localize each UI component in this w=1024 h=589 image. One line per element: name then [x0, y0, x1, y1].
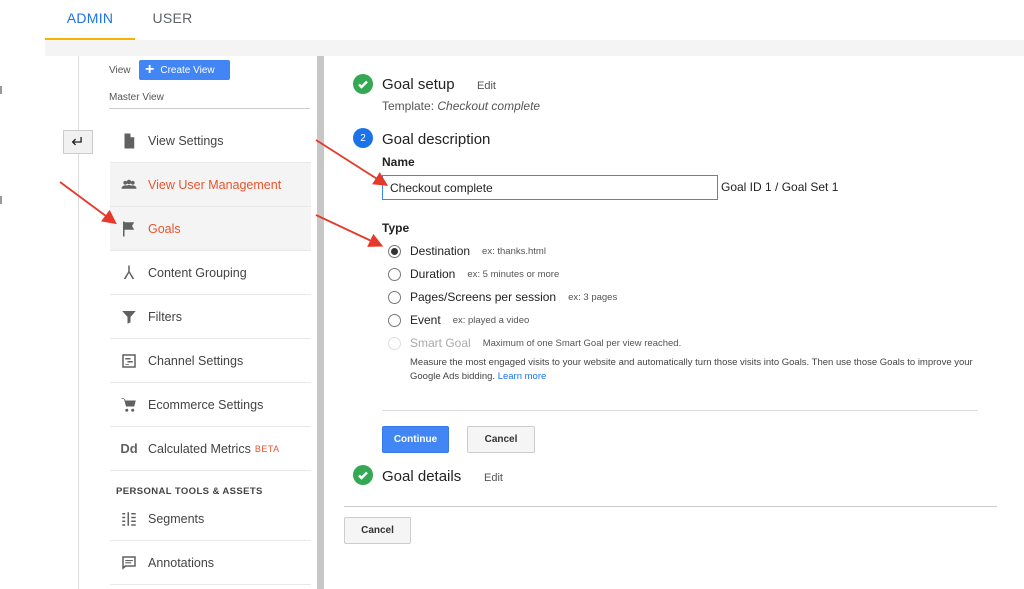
nav-item-label: Goals [148, 221, 181, 236]
check-icon [353, 74, 373, 94]
type-option-example: ex: thanks.html [482, 245, 546, 257]
template-label: Template: [382, 99, 435, 113]
document-icon [110, 132, 148, 150]
dd-icon: Dd [120, 441, 138, 456]
grouping-icon [110, 264, 148, 282]
goal-setup-title: Goal setup [382, 76, 455, 93]
cart-icon [110, 396, 148, 414]
type-label: Type [382, 221, 410, 235]
type-option-label: Duration [410, 267, 456, 281]
nav-item-label: Annotations [148, 555, 215, 570]
cancel-button[interactable]: Cancel [467, 426, 535, 453]
radio-button[interactable] [388, 244, 401, 258]
nav-item-view-user-management[interactable]: View User Management [110, 163, 311, 207]
tab-user[interactable]: USER [135, 0, 210, 40]
nav-item-segments[interactable]: Segments [110, 497, 311, 541]
type-option-example: ex: 5 minutes or more [467, 268, 560, 280]
goal-details-title: Goal details [382, 468, 462, 485]
nav-item-label: Segments [148, 511, 205, 526]
flag-icon [110, 220, 148, 238]
radio-button[interactable] [388, 313, 401, 327]
nav-item-label: Content Grouping [148, 265, 247, 280]
goal-setup-edit-link[interactable]: Edit [477, 80, 496, 92]
type-option-label: Event [410, 313, 441, 327]
nav-item-annotations[interactable]: Annotations [110, 541, 311, 585]
nav-item-label: View User Management [148, 177, 282, 192]
goal-id-text: Goal ID 1 / Goal Set 1 [721, 180, 839, 194]
type-option-example: ex: 3 pages [568, 291, 618, 303]
channel-icon [110, 352, 148, 370]
name-label: Name [382, 155, 415, 169]
nav-item-label: Ecommerce Settings [148, 397, 264, 412]
create-view-button[interactable]: + Create View [139, 60, 230, 80]
learn-more-link[interactable]: Learn more [498, 371, 547, 382]
type-option-label: Pages/Screens per session [410, 290, 557, 304]
bottom-divider [344, 506, 997, 507]
step-number-badge: 2 [353, 128, 373, 148]
nav-item-content-grouping[interactable]: Content Grouping [110, 251, 311, 295]
type-option-example: ex: played a video [452, 314, 530, 326]
nav-item-ecommerce-settings[interactable]: Ecommerce Settings [110, 383, 311, 427]
nav-scrollbar[interactable] [317, 56, 324, 589]
view-label: View [109, 65, 131, 76]
type-option-destination[interactable]: Destination ex: thanks.html [388, 244, 546, 258]
radio-button-disabled [388, 336, 401, 350]
nav-item-label: View Settings [148, 133, 224, 148]
back-arrow-icon: ↵ [71, 134, 85, 151]
nav-item-label: Calculated Metrics [148, 441, 251, 456]
type-option-label: Destination [410, 244, 471, 258]
back-arrow-button[interactable]: ↵ [63, 130, 93, 154]
type-option-example: Maximum of one Smart Goal per view reach… [482, 337, 682, 349]
top-tab-bar: ADMIN USER [0, 0, 1024, 40]
bottom-cancel-button[interactable]: Cancel [344, 517, 411, 544]
tab-admin[interactable]: ADMIN [45, 0, 135, 40]
radio-button[interactable] [388, 267, 401, 281]
goal-description-title: Goal description [382, 131, 491, 148]
form-divider [382, 410, 978, 411]
filter-icon [110, 308, 148, 326]
create-view-label: Create View [160, 64, 215, 76]
edge-mark [0, 86, 2, 94]
type-option-duration[interactable]: Duration ex: 5 minutes or more [388, 267, 559, 281]
nav-item-label: Channel Settings [148, 353, 244, 368]
goal-template: Template: Checkout complete [382, 99, 540, 113]
section-title-personal-tools: PERSONAL TOOLS & ASSETS [116, 486, 263, 497]
beta-badge: BETA [254, 443, 280, 454]
plus-icon: + [145, 61, 155, 78]
template-value: Checkout complete [437, 99, 541, 113]
smart-goal-text: Measure the most engaged visits to your … [410, 357, 973, 382]
nav-item-calculated-metrics[interactable]: Dd Calculated Metrics BETA [110, 427, 311, 471]
smart-goal-description: Measure the most engaged visits to your … [410, 356, 990, 384]
master-view-label: Master View [109, 92, 164, 103]
view-divider [109, 108, 310, 109]
annotation-icon [110, 554, 148, 572]
edge-mark [0, 196, 2, 204]
type-option-label: Smart Goal [410, 336, 471, 350]
nav-item-label: Filters [148, 309, 183, 324]
nav-item-filters[interactable]: Filters [110, 295, 311, 339]
nav-item-goals[interactable]: Goals [110, 207, 311, 251]
nav-item-channel-settings[interactable]: Channel Settings [110, 339, 311, 383]
people-icon [110, 176, 148, 194]
radio-button[interactable] [388, 290, 401, 304]
goal-details-edit-link[interactable]: Edit [484, 472, 503, 484]
type-option-smart-goal: Smart Goal Maximum of one Smart Goal per… [388, 336, 681, 350]
type-option-pages-per-session[interactable]: Pages/Screens per session ex: 3 pages [388, 290, 617, 304]
type-option-event[interactable]: Event ex: played a video [388, 313, 529, 327]
segments-icon [110, 510, 148, 528]
check-icon [353, 465, 373, 485]
goal-name-input[interactable] [382, 175, 718, 200]
continue-button[interactable]: Continue [382, 426, 449, 453]
nav-item-view-settings[interactable]: View Settings [110, 119, 311, 163]
